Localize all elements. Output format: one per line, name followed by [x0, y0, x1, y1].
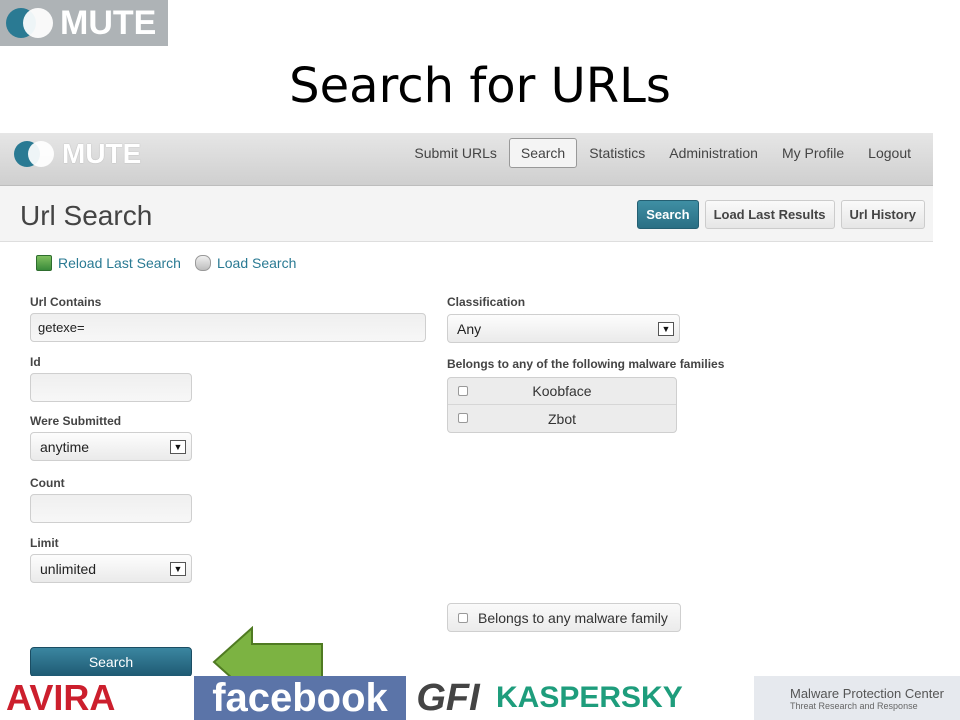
malware-family-list: Koobface Zbot	[447, 377, 677, 433]
load-last-results-button[interactable]: Load Last Results	[704, 200, 835, 229]
reload-last-search-label: Reload Last Search	[58, 255, 181, 271]
nav-submit-urls[interactable]: Submit URLs	[402, 138, 508, 168]
nav-administration[interactable]: Administration	[657, 138, 770, 168]
slide-title: Search for URLs	[289, 58, 671, 114]
facebook-logo: facebook	[194, 676, 406, 720]
logo-circles-icon	[14, 140, 58, 168]
were-submitted-label: Were Submitted	[30, 414, 122, 428]
any-malware-family-toggle[interactable]: Belongs to any malware family	[447, 603, 681, 632]
header-search-button[interactable]: Search	[637, 200, 699, 229]
limit-label: Limit	[30, 536, 59, 550]
mpc-title: Malware Protection Center	[790, 685, 944, 701]
family-name: Koobface	[532, 383, 592, 399]
limit-select[interactable]: unlimited ▼	[30, 554, 192, 583]
avira-logo: AVIRA	[6, 677, 116, 718]
classification-value: Any	[457, 321, 482, 337]
sponsor-logos: AVIRA facebook GFI KASPERSKY Malware Pro…	[0, 676, 960, 720]
count-input[interactable]	[30, 494, 192, 523]
nav-my-profile[interactable]: My Profile	[770, 138, 856, 168]
search-links: Reload Last Search Load Search	[36, 255, 296, 271]
chevron-down-icon[interactable]: ▼	[658, 322, 674, 336]
family-checkbox[interactable]	[458, 386, 468, 396]
top-navigation-bar: MUTE Submit URLs Search Statistics Admin…	[0, 133, 933, 186]
url-contains-label: Url Contains	[30, 295, 102, 309]
nav-search[interactable]: Search	[508, 138, 578, 168]
id-input[interactable]	[30, 373, 192, 402]
app-window: MUTE Submit URLs Search Statistics Admin…	[0, 133, 933, 683]
classification-select[interactable]: Any ▼	[447, 314, 680, 343]
logo-circles-icon	[6, 6, 56, 40]
search-button[interactable]: Search	[30, 647, 192, 677]
load-search-label: Load Search	[216, 255, 297, 271]
slide-logo: MUTE	[0, 0, 168, 46]
main-nav: Submit URLs Search Statistics Administra…	[402, 138, 923, 168]
id-label: Id	[30, 355, 41, 369]
gfi-logo: GFI	[416, 676, 480, 719]
any-family-checkbox[interactable]	[458, 613, 468, 623]
mpc-subtitle: Threat Research and Response	[790, 700, 918, 711]
page-title: Url Search	[20, 200, 153, 231]
url-contains-input[interactable]: getexe=	[30, 313, 426, 342]
were-submitted-select[interactable]: anytime ▼	[30, 432, 192, 461]
app-logo-text: MUTE	[62, 138, 142, 169]
reload-icon	[36, 255, 52, 271]
count-label: Count	[30, 476, 65, 490]
list-item[interactable]: Koobface	[448, 378, 676, 405]
reload-last-search-link[interactable]: Reload Last Search	[36, 255, 181, 271]
database-icon	[194, 255, 211, 271]
limit-value: unlimited	[40, 561, 97, 577]
family-name: Zbot	[547, 410, 576, 427]
kaspersky-logo: KASPERSKY	[496, 681, 683, 714]
url-history-button[interactable]: Url History	[840, 200, 925, 229]
malware-protection-center-logo: Malware Protection Center Threat Researc…	[754, 676, 960, 720]
classification-label: Classification	[447, 295, 526, 309]
list-item[interactable]: Zbot	[448, 405, 676, 432]
app-logo[interactable]: MUTE	[14, 138, 141, 170]
page-header: Url Search Search Load Last Results Url …	[0, 186, 933, 242]
chevron-down-icon[interactable]: ▼	[170, 562, 186, 576]
nav-statistics[interactable]: Statistics	[577, 138, 657, 168]
load-search-link[interactable]: Load Search	[194, 255, 297, 271]
slide-logo-text: MUTE	[60, 3, 157, 42]
families-label: Belongs to any of the following malware …	[447, 357, 725, 371]
nav-logout[interactable]: Logout	[856, 138, 923, 168]
any-family-label: Belongs to any malware family	[478, 609, 668, 626]
header-buttons: Search Load Last Results Url History	[637, 200, 925, 229]
chevron-down-icon[interactable]: ▼	[170, 440, 186, 454]
family-checkbox[interactable]	[458, 413, 468, 423]
were-submitted-value: anytime	[40, 439, 90, 455]
